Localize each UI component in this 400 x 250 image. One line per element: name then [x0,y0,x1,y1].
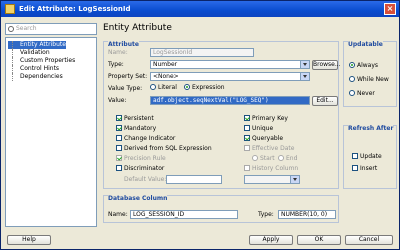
radio-label: Always [357,62,379,69]
database-column-group: Database Column Name: LOG_SESSION_ID Typ… [103,195,339,223]
value-field[interactable]: adf.object.seqNextVal("LOG_SEQ") [150,96,310,105]
radio-label: Start [260,155,275,162]
value-type-literal-radio[interactable]: Literal [150,83,177,92]
window-title: Edit Attribute: LogSessionId [19,5,131,13]
updatable-legend: Updatable [348,41,383,48]
name-field[interactable]: LogSessionId [150,48,254,57]
column-type-field[interactable]: NUMBER(10, 0) [278,210,336,219]
nav-item-entity-attribute[interactable]: Entity Attribute [8,41,66,49]
refresh-insert-checkbox[interactable]: Insert [352,164,378,173]
chevron-down-icon [300,73,309,80]
radio-label: Never [357,90,375,97]
checkbox-label: Primary Key [252,115,288,122]
default-value-field[interactable] [166,175,222,184]
nav-item-label: Custom Properties [20,57,76,64]
derived-sql-checkbox[interactable]: Derived from SQL Expression [116,144,212,153]
checkbox-label: Discriminator [124,165,165,172]
search-placeholder: Search [16,25,37,32]
help-button[interactable]: Help [7,235,51,245]
end-radio[interactable]: End [278,154,298,163]
nav-item-custom-properties[interactable]: Custom Properties [8,57,75,65]
nav-item-validation[interactable]: Validation [8,49,50,57]
nav-item-dependencies[interactable]: Dependencies [8,73,63,81]
refresh-update-checkbox[interactable]: Update [352,152,382,161]
edit-button[interactable]: Edit... [312,96,338,106]
chevron-down-icon [300,61,309,68]
checkbox-label: Effective Date [252,145,295,152]
discriminator-checkbox[interactable]: Discriminator [116,164,165,173]
search-input[interactable]: Search [5,23,97,35]
effective-date-checkbox[interactable]: Effective Date [244,144,295,153]
property-set-value: <None> [153,73,179,80]
column-type-label: Type: [258,211,274,218]
radio-label: Expression [192,84,225,91]
checkbox-label: Insert [360,165,378,172]
queryable-checkbox[interactable]: Queryable [244,134,284,143]
history-column-select[interactable] [244,175,300,184]
apply-button[interactable]: Apply [249,235,293,245]
checkbox-label: History Column [252,165,299,172]
nav-item-label: Control Hints [20,65,60,72]
title-bar[interactable]: Edit Attribute: LogSessionId × [1,1,399,17]
radio-label: Literal [158,84,177,91]
value-label: Value: [108,97,127,104]
updatable-never-radio[interactable]: Never [349,89,375,98]
default-value-label: Default Value: [124,176,167,183]
updatable-while-new-radio[interactable]: While New [349,75,389,84]
start-radio[interactable]: Start [252,154,275,163]
checkbox-label: Change Indicator [124,135,176,142]
refresh-after-group: Refresh After Update Insert [343,125,397,189]
radio-label: While New [357,76,389,83]
mandatory-checkbox[interactable]: Mandatory [116,124,157,133]
column-name-label: Name: [108,211,128,218]
history-column-checkbox[interactable]: History Column [244,164,299,173]
refresh-after-legend: Refresh After [348,125,394,132]
nav-item-label: Dependencies [20,73,63,80]
checkbox-label: Persistent [124,115,154,122]
nav-item-label: Validation [20,49,50,56]
navigation-list: Entity Attribute Validation Custom Prope… [5,37,97,227]
checkbox-label: Queryable [252,135,284,142]
checkbox-label: Precision Rule [124,155,166,162]
checkbox-label: Unique [252,125,274,132]
edit-attribute-dialog: Edit Attribute: LogSessionId × Search En… [0,0,400,250]
name-label: Name: [108,49,128,56]
primary-key-checkbox[interactable]: Primary Key [244,114,288,123]
value-type-expression-radio[interactable]: Expression [184,83,225,92]
precision-rule-checkbox[interactable]: Precision Rule [116,154,166,163]
updatable-group: Updatable Always While New Never [343,41,397,107]
nav-item-control-hints[interactable]: Control Hints [8,65,59,73]
search-icon [8,26,14,32]
browse-button[interactable]: Browse... [312,60,341,70]
close-icon[interactable]: × [384,3,396,15]
checkbox-label: Derived from SQL Expression [124,145,212,152]
chevron-down-icon [290,176,299,183]
type-select[interactable]: Number [150,60,310,69]
app-icon [5,4,15,14]
persistent-checkbox[interactable]: Persistent [116,114,154,123]
column-name-field[interactable]: LOG_SESSION_ID [130,210,238,219]
attribute-group: Attribute Name: LogSessionId Type: Numbe… [103,41,341,189]
property-set-select[interactable]: <None> [150,72,310,81]
nav-item-label: Entity Attribute [20,41,66,48]
database-column-legend: Database Column [108,195,168,202]
type-label: Type: [108,61,124,68]
radio-label: End [286,155,298,162]
property-set-label: Property Set: [108,73,148,80]
updatable-always-radio[interactable]: Always [349,61,379,70]
attribute-legend: Attribute [108,41,139,48]
cancel-button[interactable]: Cancel [345,235,393,245]
checkbox-label: Mandatory [124,125,157,132]
value-type-label: Value Type: [108,85,143,92]
change-indicator-checkbox[interactable]: Change Indicator [116,134,176,143]
checkbox-label: Update [360,153,382,160]
page-title: Entity Attribute [103,23,172,33]
ok-button[interactable]: OK [297,235,341,245]
unique-checkbox[interactable]: Unique [244,124,274,133]
type-select-value: Number [153,61,178,68]
